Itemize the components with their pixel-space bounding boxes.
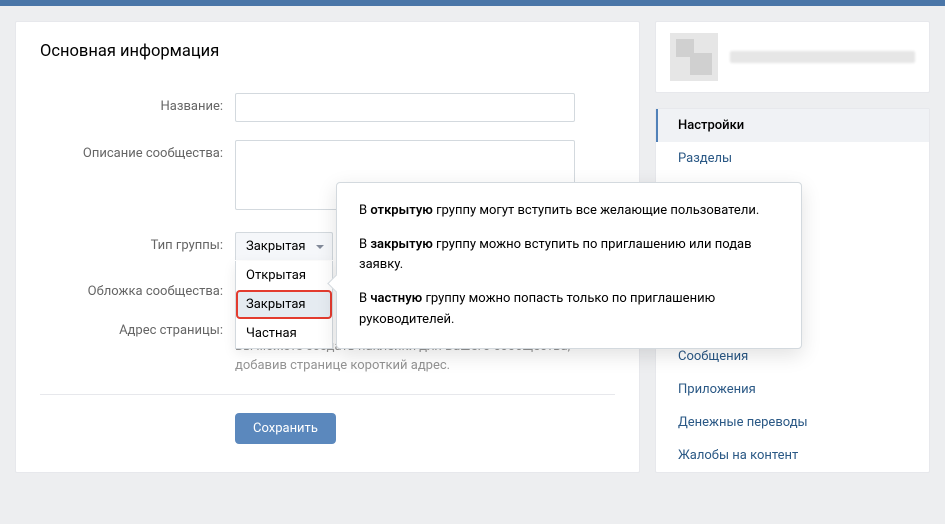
page-title: Основная информация [40, 42, 615, 61]
label-description: Описание сообщества: [40, 140, 235, 161]
menu-item-apps[interactable]: Приложения [656, 373, 929, 406]
group-type-tooltip: В открытую группу могут вступить все жел… [336, 182, 802, 349]
label-cover: Обложка сообщества: [40, 278, 235, 299]
name-input[interactable] [235, 93, 575, 122]
group-type-select[interactable]: Закрытая Открытая Закрытая Частная [235, 232, 333, 260]
save-button[interactable]: Сохранить [235, 413, 336, 444]
menu-item-settings[interactable]: Настройки [656, 109, 929, 142]
label-group-type: Тип группы: [40, 232, 235, 253]
main-panel: Основная информация Название: Описание с… [15, 21, 640, 473]
group-type-dropdown: Открытая Закрытая Частная [235, 261, 333, 349]
community-header-card [655, 21, 930, 93]
label-name: Название: [40, 93, 235, 114]
divider [40, 394, 615, 395]
group-type-selected[interactable]: Закрытая [235, 232, 333, 260]
group-type-option-open[interactable]: Открытая [236, 261, 332, 290]
menu-item-complaints[interactable]: Жалобы на контент [656, 439, 929, 472]
group-type-option-private[interactable]: Частная [236, 319, 332, 348]
community-avatar [670, 33, 718, 81]
label-page-address: Адрес страницы: [40, 317, 235, 338]
menu-item-sections[interactable]: Разделы [656, 142, 929, 175]
community-name-placeholder [730, 51, 915, 63]
menu-item-money-transfers[interactable]: Денежные переводы [656, 406, 929, 439]
group-type-option-closed[interactable]: Закрытая [236, 290, 332, 319]
